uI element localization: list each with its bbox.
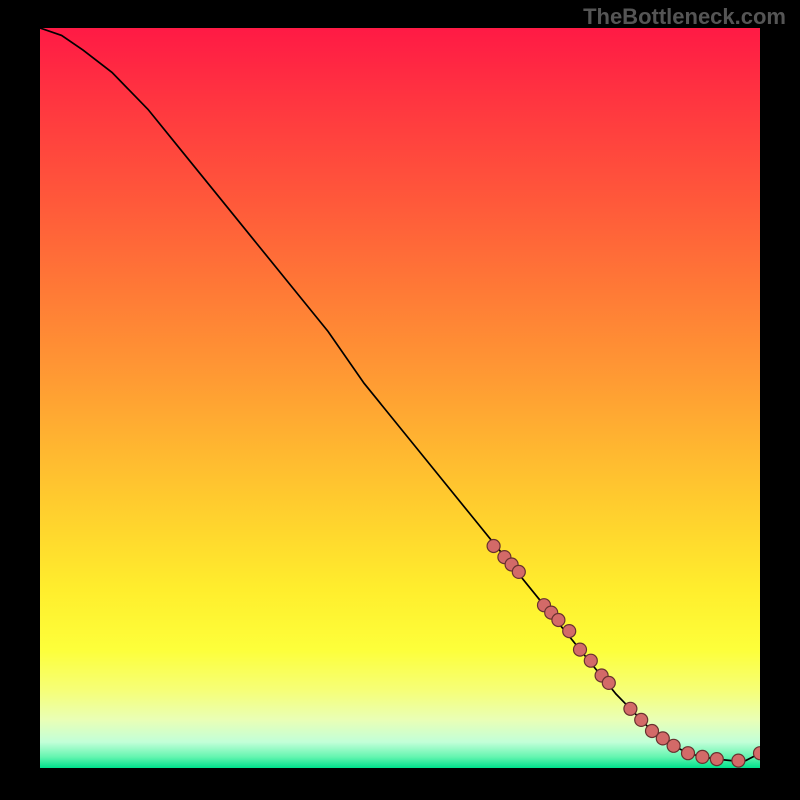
data-point [696,750,709,763]
data-point [710,753,723,766]
gradient-rect [40,28,760,768]
watermark-text: TheBottleneck.com [583,4,786,30]
data-point [682,747,695,760]
data-point [563,625,576,638]
data-point [667,739,680,752]
data-point [574,643,587,656]
plot-svg [40,28,760,768]
data-point [635,713,648,726]
data-point [732,754,745,767]
plot-area [40,28,760,768]
data-point [584,654,597,667]
data-point [552,614,565,627]
data-point [602,676,615,689]
data-point [487,540,500,553]
data-point [512,565,525,578]
data-point [624,702,637,715]
chart-stage: TheBottleneck.com [0,0,800,800]
